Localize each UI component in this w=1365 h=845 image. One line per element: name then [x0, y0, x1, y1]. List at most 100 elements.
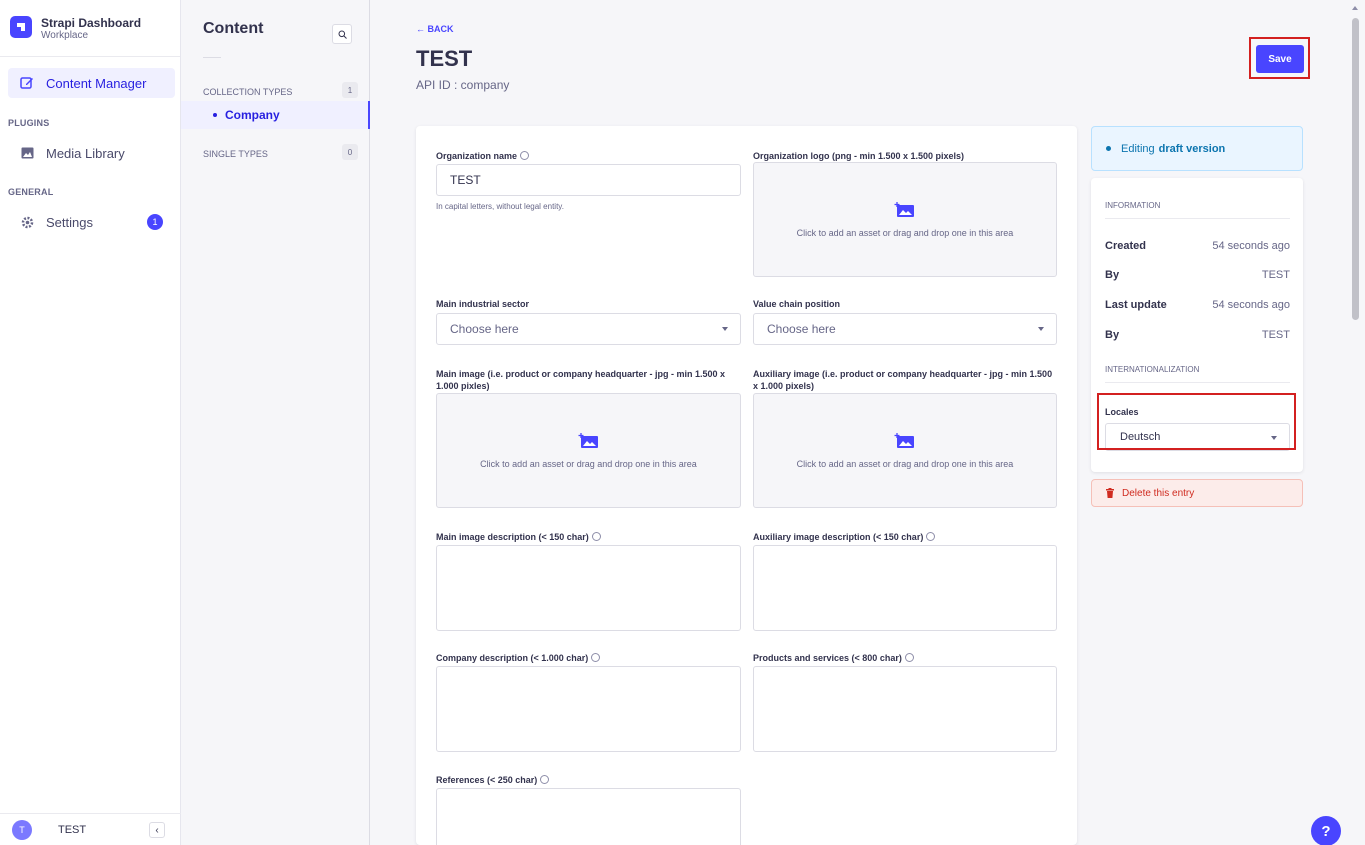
bullet-icon: [1106, 146, 1111, 151]
collapse-nav-button[interactable]: ‹: [149, 822, 165, 838]
aux-image-dropzone[interactable]: Click to add an asset or drag and drop o…: [753, 393, 1057, 508]
aux-image-dropzone-text: Click to add an asset or drag and drop o…: [796, 458, 1014, 469]
org-logo-dropzone[interactable]: Click to add an asset or drag and drop o…: [753, 162, 1057, 277]
brand-header: Strapi Dashboard Workplace: [0, 0, 180, 57]
help-button[interactable]: ?: [1311, 816, 1341, 845]
globe-icon: [540, 775, 550, 784]
sector-label: Main industrial sector: [436, 299, 530, 309]
updated-value: 54 seconds ago: [1212, 299, 1290, 311]
subnav-divider: [203, 57, 221, 58]
add-image-icon: [578, 432, 598, 448]
locales-select[interactable]: Deutsch: [1105, 423, 1290, 451]
save-button[interactable]: Save: [1256, 45, 1304, 73]
settings-badge: 1: [147, 214, 163, 230]
globe-icon: [926, 532, 936, 541]
subnav-title: Content: [203, 20, 264, 37]
products-label-text: Products and services (< 800 char): [753, 653, 902, 663]
main-desc-label-text: Main image description (< 150 char): [436, 532, 589, 542]
content-subnav: Content COLLECTION TYPES 1 Company SINGL…: [181, 0, 370, 845]
products-textarea[interactable]: [753, 666, 1057, 752]
org-logo-label: Organization logo (png - min 1.500 x 1.5…: [753, 151, 965, 161]
user-avatar[interactable]: T: [12, 819, 32, 840]
main-navigation: Strapi Dashboard Workplace Content Manag…: [0, 0, 181, 845]
add-image-icon: [894, 201, 914, 217]
main-image-dropzone[interactable]: Click to add an asset or drag and drop o…: [436, 393, 741, 508]
sector-select[interactable]: Choose here: [436, 313, 741, 345]
subnav-search-button[interactable]: [332, 24, 352, 44]
aux-image-label: Auxiliary image (i.e. product or company…: [753, 369, 1053, 391]
information-divider: [1105, 218, 1290, 219]
references-label: References (< 250 char): [436, 774, 550, 786]
arrow-left-icon: ←: [416, 24, 428, 34]
nav-settings-label: Settings: [46, 214, 93, 230]
draft-version-banner: Editing draft version: [1091, 126, 1303, 171]
draft-prefix: Editing: [1121, 142, 1155, 155]
edit-form-card: Organization name TEST In capital letter…: [416, 126, 1077, 845]
updated-by-value: TEST: [1261, 329, 1290, 341]
scroll-up-arrow-icon[interactable]: [1352, 6, 1358, 10]
nav-media-library[interactable]: Media Library: [8, 138, 175, 168]
gear-icon: [20, 215, 34, 229]
value-chain-select-value: Choose here: [767, 322, 836, 336]
nav-content-manager[interactable]: Content Manager: [8, 68, 175, 98]
scrollbar-thumb[interactable]: [1352, 18, 1359, 320]
search-icon: [338, 30, 347, 39]
caret-down-icon: [722, 327, 728, 331]
brand-subtitle: Workplace: [41, 30, 89, 41]
nav-section-plugins: PLUGINS: [8, 118, 50, 128]
subnav-item-company-label: Company: [225, 108, 280, 122]
subnav-item-company[interactable]: Company: [181, 101, 370, 129]
nav-settings[interactable]: Settings 1: [8, 207, 175, 237]
updated-key: Last update: [1105, 299, 1167, 311]
references-textarea[interactable]: [436, 788, 741, 845]
pencil-icon: [20, 76, 34, 90]
company-desc-label-text: Company description (< 1.000 char): [436, 653, 589, 663]
back-link[interactable]: ← BACK: [416, 24, 454, 34]
aux-desc-label: Auxiliary image description (< 150 char): [753, 531, 936, 543]
collection-types-count: 1: [342, 82, 358, 98]
information-panel: INFORMATION Created 54 seconds ago By TE…: [1091, 178, 1303, 472]
strapi-logo-icon[interactable]: [10, 16, 32, 38]
org-name-input[interactable]: TEST: [436, 164, 741, 196]
aux-desc-label-text: Auxiliary image description (< 150 char): [753, 532, 924, 542]
nav-content-manager-label: Content Manager: [46, 75, 147, 91]
chevron-left-icon: ‹: [155, 824, 159, 836]
locales-label: Locales: [1105, 407, 1139, 417]
globe-icon: [520, 151, 530, 160]
org-name-label: Organization name: [436, 150, 530, 162]
company-desc-label: Company description (< 1.000 char): [436, 652, 601, 664]
created-key: Created: [1105, 240, 1146, 252]
i18n-divider: [1105, 382, 1290, 383]
sector-select-value: Choose here: [450, 322, 519, 336]
globe-icon: [591, 532, 601, 541]
main-desc-textarea[interactable]: [436, 545, 741, 631]
image-icon: [20, 146, 34, 160]
bullet-icon: [213, 113, 217, 117]
user-name[interactable]: TEST: [58, 824, 86, 836]
created-by-value: TEST: [1261, 269, 1290, 281]
delete-entry-button[interactable]: Delete this entry: [1091, 479, 1303, 507]
company-desc-textarea[interactable]: [436, 666, 741, 752]
aux-desc-textarea[interactable]: [753, 545, 1057, 631]
information-heading: INFORMATION: [1105, 201, 1161, 210]
add-image-icon: [894, 432, 914, 448]
single-types-heading[interactable]: SINGLE TYPES: [203, 149, 268, 159]
single-types-count: 0: [342, 144, 358, 160]
created-by-key: By: [1105, 269, 1120, 281]
value-chain-select[interactable]: Choose here: [753, 313, 1057, 345]
caret-down-icon: [1038, 327, 1044, 331]
locales-select-value: Deutsch: [1120, 431, 1161, 443]
nav-media-library-label: Media Library: [46, 145, 125, 161]
globe-icon: [591, 653, 601, 662]
caret-down-icon: [1271, 436, 1277, 440]
trash-icon: [1106, 488, 1114, 498]
references-label-text: References (< 250 char): [436, 775, 538, 785]
main-image-label: Main image (i.e. product or company head…: [436, 369, 726, 391]
org-name-label-text: Organization name: [436, 151, 518, 161]
main-image-dropzone-text: Click to add an asset or drag and drop o…: [480, 458, 697, 469]
page-title: TEST: [416, 46, 473, 71]
collection-types-heading[interactable]: COLLECTION TYPES: [203, 87, 292, 97]
delete-entry-label: Delete this entry: [1122, 487, 1195, 499]
brand-title: Strapi Dashboard: [41, 16, 142, 30]
products-label: Products and services (< 800 char): [753, 652, 914, 664]
